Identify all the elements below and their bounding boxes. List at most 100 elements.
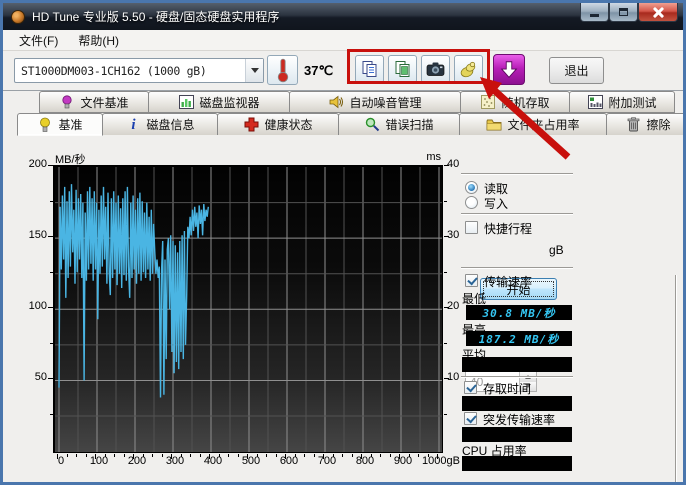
tab-label: 擦除 xyxy=(646,116,670,133)
short-stroke-label: 快捷行程 xyxy=(484,220,532,237)
speaker-icon xyxy=(328,94,344,110)
download-arrow-icon xyxy=(498,59,520,81)
chevron-down-icon xyxy=(245,59,263,82)
access-time-display xyxy=(462,396,572,411)
maximize-button[interactable] xyxy=(609,3,638,22)
x-axis-tick xyxy=(361,454,362,459)
short-stroke-checkbox[interactable] xyxy=(465,221,478,234)
tab-disk-info[interactable]: i 磁盘信息 xyxy=(102,113,218,136)
x-axis-tick xyxy=(418,454,419,457)
burst-rate-checkbox[interactable] xyxy=(464,412,477,425)
x-axis-tick xyxy=(352,454,353,457)
x-axis-tick xyxy=(95,454,96,459)
tab-erase[interactable]: 擦除 xyxy=(606,113,686,136)
info-icon: i xyxy=(125,117,141,133)
update-download-button[interactable] xyxy=(493,54,525,85)
menu-bar: 文件(F) 帮助(H) xyxy=(3,30,683,51)
read-radio[interactable] xyxy=(465,181,478,194)
toolbar: ST1000DM003-1CH162 (1000 gB) 37℃ xyxy=(3,51,683,90)
tab-health[interactable]: 健康状态 xyxy=(217,113,339,136)
y-left-tick-label: 200 xyxy=(17,158,47,170)
tab-error-scan[interactable]: 错误扫描 xyxy=(338,113,460,136)
copy-text-button[interactable] xyxy=(355,55,384,83)
x-axis-tick xyxy=(57,454,58,459)
avg-speed-display xyxy=(462,357,572,372)
health-cross-icon xyxy=(243,117,259,133)
menu-file[interactable]: 文件(F) xyxy=(9,30,68,51)
x-axis-tick xyxy=(133,454,134,459)
transfer-rate-checkbox[interactable] xyxy=(465,274,478,287)
benchmark-bulb-icon xyxy=(37,117,53,133)
x-axis-tick xyxy=(114,454,115,457)
y-left-axis-tick xyxy=(50,272,53,273)
x-axis-tick xyxy=(257,454,258,457)
erase-trash-icon xyxy=(625,117,641,133)
cpu-usage-display xyxy=(462,456,572,471)
x-axis-tick xyxy=(228,454,229,457)
x-axis-tick xyxy=(105,454,106,457)
close-button[interactable] xyxy=(638,3,678,22)
tab-random-access[interactable]: 随机存取 xyxy=(460,91,570,113)
x-axis-tick xyxy=(209,454,210,459)
drive-select-value: ST1000DM003-1CH162 (1000 gB) xyxy=(15,64,245,78)
min-speed-display: 30.8 MB/秒 xyxy=(466,305,572,320)
menu-help[interactable]: 帮助(H) xyxy=(68,30,129,51)
tab-label: 文件基准 xyxy=(80,94,128,111)
tab-label: 随机存取 xyxy=(501,94,549,111)
separator xyxy=(461,213,573,215)
y-right-axis-tick xyxy=(444,343,447,344)
tab-row-bottom: 基准 i 磁盘信息 健康状态 错误扫描 文件夹占用率 xyxy=(17,113,686,136)
tab-auto-acoustic[interactable]: 自动噪音管理 xyxy=(289,91,461,113)
tab-benchmark[interactable]: 基准 xyxy=(17,113,103,136)
x-axis-tick xyxy=(200,454,201,457)
y-right-axis-tick xyxy=(444,272,447,273)
y-left-axis-tick xyxy=(50,414,53,415)
thermometer-icon xyxy=(276,57,290,83)
separator xyxy=(461,267,573,269)
x-axis-tick xyxy=(76,454,77,457)
x-axis-tick xyxy=(143,454,144,457)
x-axis-tick xyxy=(342,454,343,457)
x-axis-tick xyxy=(323,454,324,459)
tab-extra-tests[interactable]: 附加测试 xyxy=(569,91,675,113)
x-axis-tick xyxy=(380,454,381,457)
y-right-axis-tick xyxy=(444,236,449,237)
benchmark-chart: MB/秒 ms 20015010050403020100100200300400… xyxy=(3,135,463,485)
tab-disk-monitor[interactable]: 磁盘监视器 xyxy=(148,91,290,113)
x-axis-tick xyxy=(276,454,277,457)
window-title: HD Tune 专业版 5.50 - 硬盘/固态硬盘实用程序 xyxy=(32,8,279,25)
x-axis-tick xyxy=(162,454,163,457)
temperature-button[interactable] xyxy=(267,55,298,85)
maximize-icon xyxy=(619,8,628,16)
copy-image-button[interactable] xyxy=(388,55,417,83)
y-left-axis-tick xyxy=(50,343,53,344)
access-time-checkbox[interactable] xyxy=(464,381,477,394)
x-axis-tick xyxy=(219,454,220,457)
tab-label: 磁盘信息 xyxy=(146,116,194,133)
x-axis-tick xyxy=(399,454,400,459)
tab-label: 自动噪音管理 xyxy=(349,94,421,111)
screenshot-button[interactable] xyxy=(421,55,450,83)
tab-label: 磁盘监视器 xyxy=(199,94,259,111)
x-axis-tick xyxy=(314,454,315,457)
y-left-axis-tick xyxy=(48,378,53,379)
disk-monitor-chart-icon xyxy=(178,94,194,110)
tab-file-benchmark[interactable]: 文件基准 xyxy=(39,91,149,113)
x-axis-tick xyxy=(67,454,68,457)
minimize-button[interactable] xyxy=(580,3,609,22)
drive-select-combobox[interactable]: ST1000DM003-1CH162 (1000 gB) xyxy=(14,58,264,83)
hdtune-logo-icon xyxy=(11,10,25,24)
x-axis-tick xyxy=(86,454,87,457)
write-radio[interactable] xyxy=(465,196,478,209)
x-axis-tick xyxy=(304,454,305,457)
tab-folder-usage[interactable]: 文件夹占用率 xyxy=(459,113,607,136)
y-right-axis-tick xyxy=(444,307,449,308)
x-axis-tick xyxy=(428,454,429,457)
x-axis-tick xyxy=(437,454,438,459)
y-right-axis-tick xyxy=(444,165,449,166)
donate-button[interactable] xyxy=(454,55,483,83)
temperature-value: 37℃ xyxy=(304,63,333,79)
folder-icon xyxy=(486,117,502,133)
exit-button[interactable]: 退出 xyxy=(549,57,604,84)
donate-hand-icon xyxy=(459,60,478,79)
